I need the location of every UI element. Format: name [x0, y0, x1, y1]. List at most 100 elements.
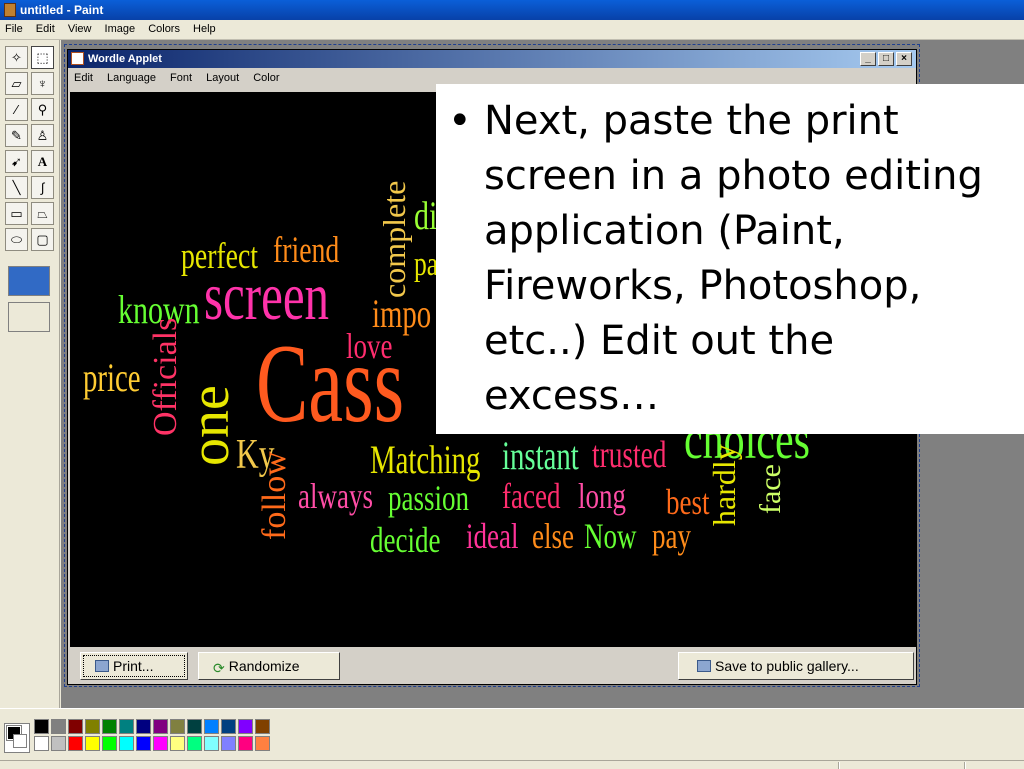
- palette-swatch[interactable]: [102, 736, 117, 751]
- palette-swatch[interactable]: [51, 736, 66, 751]
- current-colors[interactable]: [4, 723, 30, 753]
- palette-swatch[interactable]: [51, 719, 66, 734]
- opaque-option-icon[interactable]: [8, 266, 50, 296]
- word: long: [578, 476, 627, 516]
- palette-swatch[interactable]: [187, 719, 202, 734]
- bullet: •: [448, 98, 472, 144]
- word: faced: [502, 476, 561, 516]
- palette-swatch[interactable]: [85, 719, 100, 734]
- menu-colors[interactable]: Colors: [143, 20, 185, 35]
- palette-swatch[interactable]: [153, 719, 168, 734]
- word: face: [754, 464, 787, 514]
- word: hardly: [706, 444, 742, 526]
- palette-swatch[interactable]: [102, 719, 117, 734]
- palette-swatch[interactable]: [221, 719, 236, 734]
- save-icon: [697, 660, 711, 672]
- word: di: [414, 193, 438, 238]
- maximize-icon[interactable]: □: [878, 52, 894, 66]
- word: instant: [502, 433, 579, 478]
- palette-swatch[interactable]: [136, 719, 151, 734]
- applet-menu-color[interactable]: Color: [247, 68, 284, 84]
- line-icon[interactable]: ╲: [5, 176, 28, 199]
- palette-swatch[interactable]: [68, 736, 83, 751]
- word: passion: [388, 478, 469, 518]
- word: Matching: [370, 437, 481, 482]
- print-button[interactable]: Print...: [80, 652, 188, 680]
- word: decide: [370, 520, 441, 560]
- palette-swatch[interactable]: [153, 736, 168, 751]
- color-palette: [0, 708, 1024, 760]
- palette-swatch[interactable]: [204, 736, 219, 751]
- word: trusted: [592, 434, 667, 476]
- word: follow: [256, 451, 293, 540]
- palette-swatch[interactable]: [221, 736, 236, 751]
- java-icon: [71, 52, 84, 65]
- ellipse-icon[interactable]: ⬭: [5, 228, 28, 251]
- title-bar: untitled - Paint: [0, 0, 1024, 20]
- word: pa: [414, 246, 439, 283]
- menu-file[interactable]: File: [0, 20, 28, 35]
- airbrush-icon[interactable]: ➹: [5, 150, 28, 173]
- pencil-icon[interactable]: ✎: [5, 124, 28, 147]
- palette-swatch[interactable]: [68, 719, 83, 734]
- save-to-gallery-button[interactable]: Save to public gallery...: [678, 652, 914, 680]
- eraser-icon[interactable]: ▱: [5, 72, 28, 95]
- menu-bar: File Edit View Image Colors Help: [0, 20, 1024, 40]
- transparent-option-icon[interactable]: [8, 302, 50, 332]
- tool-box: ✧ ⬚ ▱ ♆ ⁄ ⚲ ✎ ♙ ➹ A ╲ ∫ ▭ ⏢ ⬭ ▢: [0, 40, 60, 708]
- menu-image[interactable]: Image: [100, 20, 141, 35]
- palette-swatch[interactable]: [34, 736, 49, 751]
- word: price: [83, 355, 141, 400]
- palette-swatch[interactable]: [85, 736, 100, 751]
- save-label: Save to public gallery...: [715, 658, 859, 674]
- applet-button-bar: Print... ⟳ Randomize Save to public galle…: [68, 648, 916, 684]
- free-form-select-icon[interactable]: ✧: [5, 46, 28, 69]
- paint-app-icon: [4, 3, 16, 17]
- status-bar: [0, 760, 1024, 769]
- background-color: [13, 734, 27, 748]
- palette-swatch[interactable]: [136, 736, 151, 751]
- applet-menu-font[interactable]: Font: [164, 68, 197, 84]
- menu-view[interactable]: View: [63, 20, 97, 35]
- palette-swatch[interactable]: [170, 719, 185, 734]
- rectangle-icon[interactable]: ▭: [5, 202, 28, 225]
- word: complete: [376, 180, 412, 298]
- palette-swatch[interactable]: [34, 719, 49, 734]
- pick-color-icon[interactable]: ⁄: [5, 98, 28, 121]
- palette-swatch[interactable]: [238, 719, 253, 734]
- applet-menu-language[interactable]: Language: [101, 68, 161, 84]
- applet-title-bar: Wordle Applet _ □ ×: [68, 50, 916, 68]
- minimize-icon[interactable]: _: [860, 52, 876, 66]
- palette-swatch[interactable]: [187, 736, 202, 751]
- fill-icon[interactable]: ♆: [31, 72, 54, 95]
- palette-swatch[interactable]: [204, 719, 219, 734]
- palette-swatch[interactable]: [238, 736, 253, 751]
- word: one: [179, 385, 241, 466]
- magnifier-icon[interactable]: ⚲: [31, 98, 54, 121]
- brush-icon[interactable]: ♙: [31, 124, 54, 147]
- menu-help[interactable]: Help: [188, 20, 221, 35]
- palette-swatch[interactable]: [255, 719, 270, 734]
- palette-swatch[interactable]: [119, 719, 134, 734]
- applet-menu-layout[interactable]: Layout: [200, 68, 244, 84]
- word: Now: [584, 516, 637, 556]
- palette-swatch[interactable]: [119, 736, 134, 751]
- select-icon[interactable]: ⬚: [31, 46, 54, 69]
- word: ideal: [466, 516, 519, 556]
- instruction-callout: • Next, paste the print screen in a phot…: [436, 84, 1024, 434]
- randomize-button[interactable]: ⟳ Randomize: [198, 652, 340, 680]
- applet-title: Wordle Applet: [88, 53, 162, 65]
- menu-edit[interactable]: Edit: [31, 20, 60, 35]
- randomize-label: Randomize: [228, 658, 300, 674]
- word: best: [666, 482, 710, 522]
- window-title: untitled - Paint: [20, 3, 104, 17]
- refresh-icon: ⟳: [213, 660, 225, 676]
- palette-swatch[interactable]: [255, 736, 270, 751]
- curve-icon[interactable]: ∫: [31, 176, 54, 199]
- text-icon[interactable]: A: [31, 150, 54, 173]
- palette-swatch[interactable]: [170, 736, 185, 751]
- rounded-rectangle-icon[interactable]: ▢: [31, 228, 54, 251]
- polygon-icon[interactable]: ⏢: [31, 202, 54, 225]
- close-icon[interactable]: ×: [896, 52, 912, 66]
- applet-menu-edit[interactable]: Edit: [68, 68, 98, 84]
